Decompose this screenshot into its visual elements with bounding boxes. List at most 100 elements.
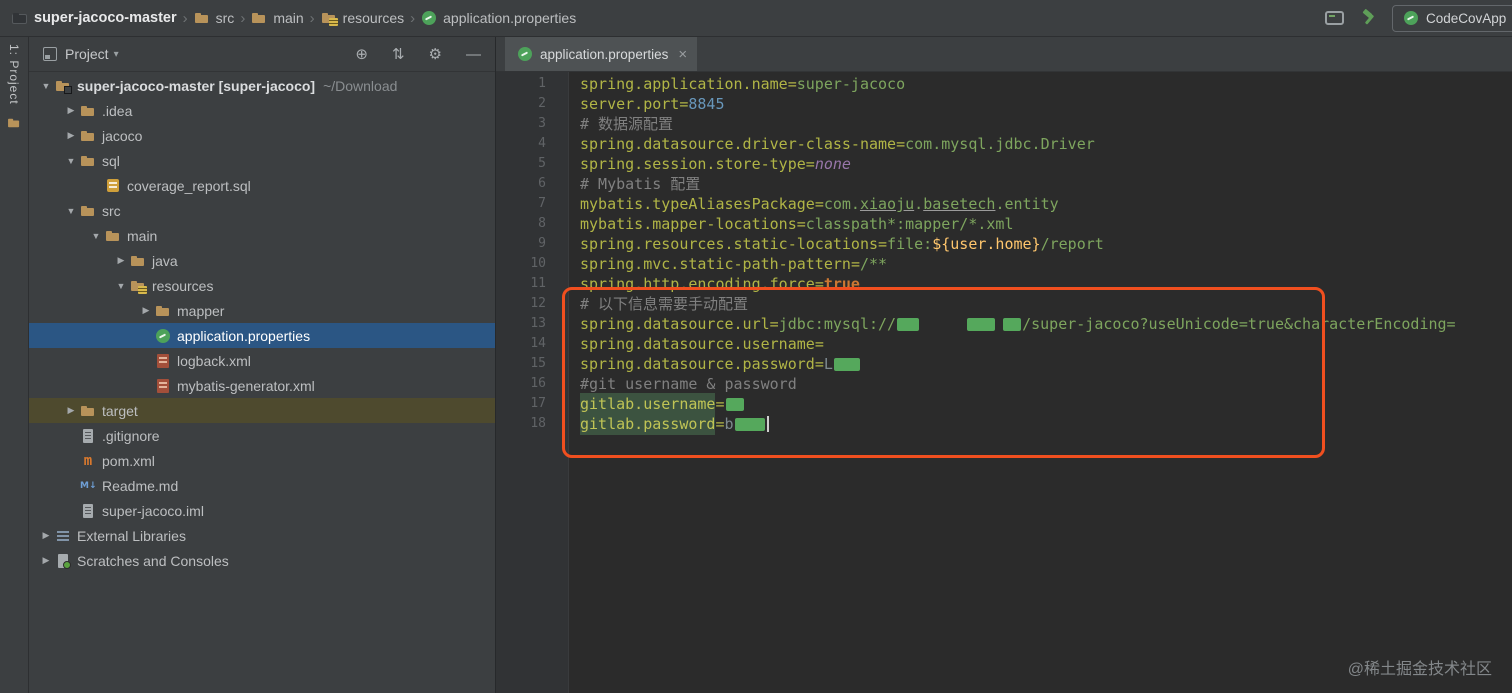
tree-item-sql[interactable]: ▼ sql — [29, 148, 495, 173]
code-segment: jdbc:mysql:// — [778, 315, 897, 333]
settings-icon[interactable]: ⚙ — [429, 47, 442, 62]
code-segment: spring.datasource.username — [580, 335, 815, 353]
code-segment: classpath*:mapper/*.xml — [805, 215, 1014, 233]
spring-icon — [155, 328, 171, 344]
libraries-icon — [55, 528, 71, 544]
tree-item-src[interactable]: ▼ src — [29, 198, 495, 223]
chevron-right-icon[interactable]: ▶ — [137, 305, 155, 316]
hide-panel-icon[interactable]: — — [466, 47, 481, 62]
code-line-8[interactable]: 8 mybatis.mapper-locations = classpath*:map… — [496, 214, 1512, 234]
spring-boot-icon — [1403, 10, 1419, 26]
tree-item-java[interactable]: ▶ java — [29, 248, 495, 273]
run-configuration[interactable]: CodeCovApp — [1392, 4, 1512, 32]
breadcrumb-item-src[interactable]: src — [194, 10, 235, 26]
code-line-5[interactable]: 5 spring.session.store-type = none — [496, 154, 1512, 174]
code-line-3[interactable]: 3 # 数据源配置 — [496, 114, 1512, 134]
code-text: spring.mvc.static-path-pattern =/** — [568, 254, 887, 274]
build-button[interactable] — [1360, 8, 1376, 26]
tree-item-main[interactable]: ▼ main — [29, 223, 495, 248]
tree-item-mybatis-generator-xml[interactable]: mybatis-generator.xml — [29, 373, 495, 398]
terminal-button[interactable] — [1325, 11, 1344, 25]
tree-item-super-jacoco-iml[interactable]: super-jacoco.iml — [29, 498, 495, 523]
editor[interactable]: 1 spring.application.name = super-jacoco 2 se… — [496, 72, 1512, 693]
tree-item-coverage-report-sql[interactable]: coverage_report.sql — [29, 173, 495, 198]
chevron-right-icon[interactable]: ▶ — [62, 105, 80, 116]
tree-item-gitignore[interactable]: .gitignore — [29, 423, 495, 448]
locate-icon[interactable]: ⊕ — [355, 47, 368, 62]
code-line-14[interactable]: 14 spring.datasource.username = — [496, 334, 1512, 354]
code-segment: none — [814, 155, 851, 173]
code-line-15[interactable]: 15 spring.datasource.password = L — [496, 354, 1512, 374]
editor-tab[interactable]: application.properties × — [505, 37, 698, 71]
chevron-down-icon[interactable]: ▼ — [112, 281, 130, 291]
tree-item-readme-md[interactable]: M↓ Readme.md — [29, 473, 495, 498]
navigation-bar: super-jacoco-master › src › main › resources › a… — [0, 0, 1512, 37]
code-segment: = — [787, 75, 797, 93]
code-line-11[interactable]: 11 spring.http.encoding.force = true — [496, 274, 1512, 294]
tree-item-label: main — [127, 227, 158, 244]
line-number: 4 — [538, 136, 546, 151]
tree-item-pom-xml[interactable]: m pom.xml — [29, 448, 495, 473]
tree-item-logback-xml[interactable]: logback.xml — [29, 348, 495, 373]
code-line-6[interactable]: 6 # Mybatis 配置 — [496, 174, 1512, 194]
code-line-9[interactable]: 9 spring.resources.static-locations = file:… — [496, 234, 1512, 254]
editor-pane: application.properties × 1 spring.applica… — [496, 37, 1512, 693]
breadcrumb-item-main[interactable]: main — [251, 10, 304, 26]
tree-item-label: Readme.md — [102, 477, 179, 494]
breadcrumb-item-application-properties[interactable]: application.properties — [421, 10, 576, 26]
tree-item-scratches-and-consoles[interactable]: ▶ Scratches and Consoles — [29, 548, 495, 573]
chevron-down-icon[interactable]: ▼ — [62, 206, 80, 216]
tree-item-idea[interactable]: ▶ .idea — [29, 98, 495, 123]
chevron-down-icon[interactable]: ▼ — [37, 81, 55, 91]
tree-item-external-libraries[interactable]: ▶ External Libraries — [29, 523, 495, 548]
close-icon[interactable]: × — [678, 47, 687, 62]
chevron-right-icon[interactable]: ▶ — [37, 555, 55, 566]
line-number: 3 — [538, 116, 546, 131]
chevron-right-icon[interactable]: ▶ — [62, 130, 80, 141]
code-text: spring.resources.static-locations = file: $… — [568, 234, 1104, 254]
project-view-selector[interactable]: Project ▾ — [65, 46, 119, 62]
code-segment: spring.http.encoding.force — [580, 275, 815, 293]
folder-icon — [194, 10, 210, 26]
tree-item-super-jacoco-master-super-jacoco[interactable]: ▼ super-jacoco-master [super-jacoco] ~/Dow… — [29, 73, 495, 98]
chevron-down-icon[interactable]: ▼ — [62, 156, 80, 166]
project-panel: Project ▾ ⊕ ⇅ ⚙ — ▼ super-jacoco-master [sup… — [29, 37, 496, 693]
breadcrumb-label: src — [215, 10, 235, 26]
code-line-18[interactable]: 18 gitlab.password = b — [496, 413, 1512, 435]
chevron-right-icon[interactable]: ▶ — [37, 530, 55, 541]
code-segment: = — [814, 195, 824, 213]
tree-item-jacoco[interactable]: ▶ jacoco — [29, 123, 495, 148]
code-segment: spring.datasource.url — [580, 315, 770, 333]
tree-item-label: super-jacoco-master [super-jacoco] — [77, 77, 316, 94]
chevron-right-icon[interactable]: ▶ — [62, 405, 80, 416]
tree-item-target[interactable]: ▶ target — [29, 398, 495, 423]
text-cursor — [766, 416, 769, 432]
project-tool-window-button[interactable]: 1: Project — [0, 37, 28, 131]
chevron-right-icon[interactable]: ▶ — [112, 255, 130, 266]
code-line-10[interactable]: 10 spring.mvc.static-path-pattern =/** — [496, 254, 1512, 274]
breadcrumb-item-resources[interactable]: resources — [321, 10, 404, 26]
code-line-16[interactable]: 16 #git username & password — [496, 374, 1512, 394]
code-segment: = — [814, 335, 824, 353]
collapse-all-icon[interactable]: ⇅ — [392, 47, 405, 62]
code-line-4[interactable]: 4 spring.datasource.driver-class-name = com… — [496, 134, 1512, 154]
code-line-17[interactable]: 17 gitlab.username = — [496, 393, 1512, 415]
code-line-1[interactable]: 1 spring.application.name = super-jacoco — [496, 74, 1512, 94]
tree-item-label: mapper — [177, 302, 225, 319]
panel-title-label: Project — [65, 46, 109, 62]
tree-item-path: ~/Download — [323, 77, 398, 94]
code-line-12[interactable]: 12 # 以下信息需要手动配置 — [496, 294, 1512, 314]
chevron-down-icon[interactable]: ▼ — [87, 231, 105, 241]
breadcrumb-item-super-jacoco-master[interactable]: super-jacoco-master — [12, 10, 177, 26]
code-line-13[interactable]: 13 spring.datasource.url = jdbc:mysql:// /su… — [496, 314, 1512, 334]
code-line-2[interactable]: 2 server.port = 8845 — [496, 94, 1512, 114]
code-segment: b — [724, 415, 734, 433]
code-segment: gitlab.username — [580, 393, 716, 415]
tree-item-resources[interactable]: ▼ resources — [29, 273, 495, 298]
tree-item-application-properties[interactable]: application.properties — [29, 323, 495, 348]
projectdark-icon — [12, 10, 28, 26]
code-text: gitlab.username = — [568, 393, 745, 415]
code-line-7[interactable]: 7 mybatis.typeAliasesPackage = com. xiaoju. b… — [496, 194, 1512, 214]
tree-item-mapper[interactable]: ▶ mapper — [29, 298, 495, 323]
